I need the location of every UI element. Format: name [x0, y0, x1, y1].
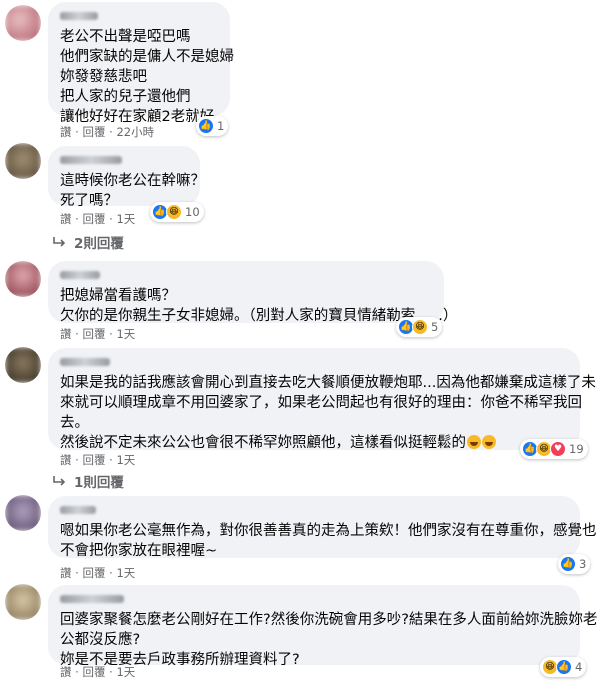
author-name[interactable]: [60, 504, 568, 516]
comment-bubble: 如果是我的話我應該會開心到直接去吃大餐順便放鞭炮耶...因為他都嫌棄成這樣了未 …: [48, 348, 596, 453]
author-name[interactable]: [60, 356, 568, 368]
avatar[interactable]: [5, 261, 41, 297]
like-link[interactable]: 讚: [60, 665, 72, 679]
timestamp[interactable]: 1天: [116, 453, 135, 467]
avatar[interactable]: [5, 143, 41, 179]
comment-actions: 讚 · 回覆 · 1天: [60, 452, 135, 468]
comment-text-line: 嗯如果你老公毫無作為，對你很善善真的走為上策欸！他們家沒有在尊重你，感覺也: [60, 523, 597, 539]
reaction-summary[interactable]: 👍 😆 10: [150, 202, 204, 222]
comment-actions: 讚 · 回覆 · 1天: [60, 664, 135, 680]
like-link[interactable]: 讚: [60, 566, 72, 580]
separator: ·: [71, 327, 83, 341]
reply-arrow-icon: [53, 476, 66, 486]
separator: ·: [71, 566, 83, 580]
replies-count-label: 1則回覆: [74, 475, 124, 491]
comment-actions: 讚 · 回覆 · 1天: [60, 326, 135, 342]
reply-link[interactable]: 回覆: [82, 566, 105, 580]
like-link[interactable]: 讚: [60, 212, 72, 226]
author-name[interactable]: [60, 593, 568, 605]
comment-text-line: 公都沒反應?: [60, 632, 141, 648]
comment-text-line: 回婆家聚餐怎麼老公剛好在工作?然後你洗碗會用多吵?結果在多人面前給妳洗臉妳老: [60, 612, 598, 628]
comment-text-line: 欠你的是你親生子女非媳婦。（別對人家的寶貝情緒勒索......）: [60, 308, 458, 324]
laughing-emoji-icon: [467, 435, 481, 449]
reply-link[interactable]: 回覆: [82, 327, 105, 341]
comment-text-line: 來就可以順理成章不用回婆家了，如果老公問起也有很好的理由：你爸不稀罕我回: [60, 395, 582, 411]
reply-arrow-icon: [53, 237, 66, 247]
separator: ·: [71, 125, 83, 139]
reply-link[interactable]: 回覆: [82, 125, 105, 139]
reply-link[interactable]: 回覆: [82, 212, 105, 226]
reaction-count: 5: [431, 320, 439, 334]
comment-bubble: 這時候你老公在幹嘛？ 死了嗎？: [48, 146, 205, 209]
reaction-summary[interactable]: 😆 👍 4: [540, 657, 587, 677]
author-name[interactable]: [60, 10, 218, 22]
like-link[interactable]: 讚: [60, 125, 72, 139]
author-name[interactable]: [60, 154, 188, 166]
comment-text-line: 老公不出聲是啞巴嗎: [60, 29, 191, 45]
avatar[interactable]: [5, 347, 41, 383]
comment-text-line: 把媳婦當看護嗎？: [60, 288, 176, 304]
separator: ·: [71, 453, 83, 467]
timestamp[interactable]: 1天: [116, 212, 135, 226]
view-replies-link[interactable]: 2則回覆: [52, 232, 124, 252]
comment-bubble: 回婆家聚餐怎麼老公剛好在工作?然後你洗碗會用多吵?結果在多人面前給妳洗臉妳老 公…: [48, 585, 598, 668]
replies-count-label: 2則回覆: [74, 236, 124, 252]
separator: ·: [71, 212, 83, 226]
reply-link[interactable]: 回覆: [82, 453, 105, 467]
comment-text: 然後說不定未來公公也會很不稀罕妳照顧他，這樣看似挺輕鬆的: [60, 435, 466, 451]
haha-reaction-icon: 😆: [412, 319, 428, 335]
separator: ·: [105, 327, 117, 341]
timestamp[interactable]: 1天: [116, 566, 135, 580]
view-replies-link[interactable]: 1則回覆: [52, 471, 124, 491]
reaction-summary[interactable]: 👍 😆 5: [396, 317, 443, 337]
separator: ·: [105, 453, 117, 467]
comment-actions: 讚 · 回覆 · 1天: [60, 565, 135, 581]
reaction-count: 3: [579, 557, 587, 571]
reaction-count: 19: [569, 442, 584, 456]
haha-reaction-icon: 😆: [166, 204, 182, 220]
comment-bubble: 把媳婦當看護嗎？ 欠你的是你親生子女非媳婦。（別對人家的寶貝情緒勒索......…: [48, 261, 458, 324]
timestamp[interactable]: 1天: [116, 327, 135, 341]
comment-text-line: 不會把你家放在眼裡喔~: [60, 543, 218, 559]
reaction-summary[interactable]: 👍 3: [558, 554, 591, 574]
separator: ·: [105, 566, 117, 580]
comment-bubble: 嗯如果你老公毫無作為，對你很善善真的走為上策欸！他們家沒有在尊重你，感覺也 不會…: [48, 496, 597, 559]
avatar[interactable]: [5, 495, 41, 531]
like-link[interactable]: 讚: [60, 453, 72, 467]
separator: ·: [105, 665, 117, 679]
laughing-emoji-icon: [482, 435, 496, 449]
avatar[interactable]: [5, 584, 41, 620]
comment-text-line: 把人家的兒子還他們: [60, 89, 191, 105]
reaction-count: 10: [185, 205, 200, 219]
reply-link[interactable]: 回覆: [82, 665, 105, 679]
comment-text-line: 妳發發慈悲吧: [60, 69, 147, 85]
comment-actions: 讚 · 回覆 · 1天: [60, 211, 135, 227]
comment-text-line: 這時候你老公在幹嘛？: [60, 173, 205, 189]
comment-text-line: 他們家缺的是傭人不是媳婦: [60, 49, 234, 65]
comment-actions: 讚 · 回覆 · 22小時: [60, 124, 154, 140]
avatar[interactable]: [5, 5, 41, 41]
reaction-summary[interactable]: 👍 😆 ♥ 19: [520, 439, 588, 459]
timestamp[interactable]: 22小時: [116, 125, 154, 139]
reaction-count: 1: [217, 119, 225, 133]
author-name[interactable]: [60, 269, 432, 281]
comment-bubble: 老公不出聲是啞巴嗎 他們家缺的是傭人不是媳婦 妳發發慈悲吧 把人家的兒子還他們 …: [48, 2, 234, 125]
comment-text-line: 然後說不定未來公公也會很不稀罕妳照顧他，這樣看似挺輕鬆的: [60, 433, 568, 453]
love-reaction-icon: ♥: [550, 441, 566, 457]
comment-text-line: 妳是不是要去戶政事務所辦理資料了?: [60, 652, 300, 668]
timestamp[interactable]: 1天: [116, 665, 135, 679]
separator: ·: [105, 125, 117, 139]
reaction-summary[interactable]: 👍 1: [196, 116, 229, 136]
like-link[interactable]: 讚: [60, 327, 72, 341]
separator: ·: [105, 212, 117, 226]
like-reaction-icon: 👍: [560, 556, 576, 572]
comment-text-line: 去。: [60, 415, 89, 431]
like-reaction-icon: 👍: [556, 659, 572, 675]
separator: ·: [71, 665, 83, 679]
like-reaction-icon: 👍: [198, 118, 214, 134]
comment-text-line: 如果是我的話我應該會開心到直接去吃大餐順便放鞭炮耶...因為他都嫌棄成這樣了未: [60, 375, 596, 391]
reaction-count: 4: [575, 660, 583, 674]
